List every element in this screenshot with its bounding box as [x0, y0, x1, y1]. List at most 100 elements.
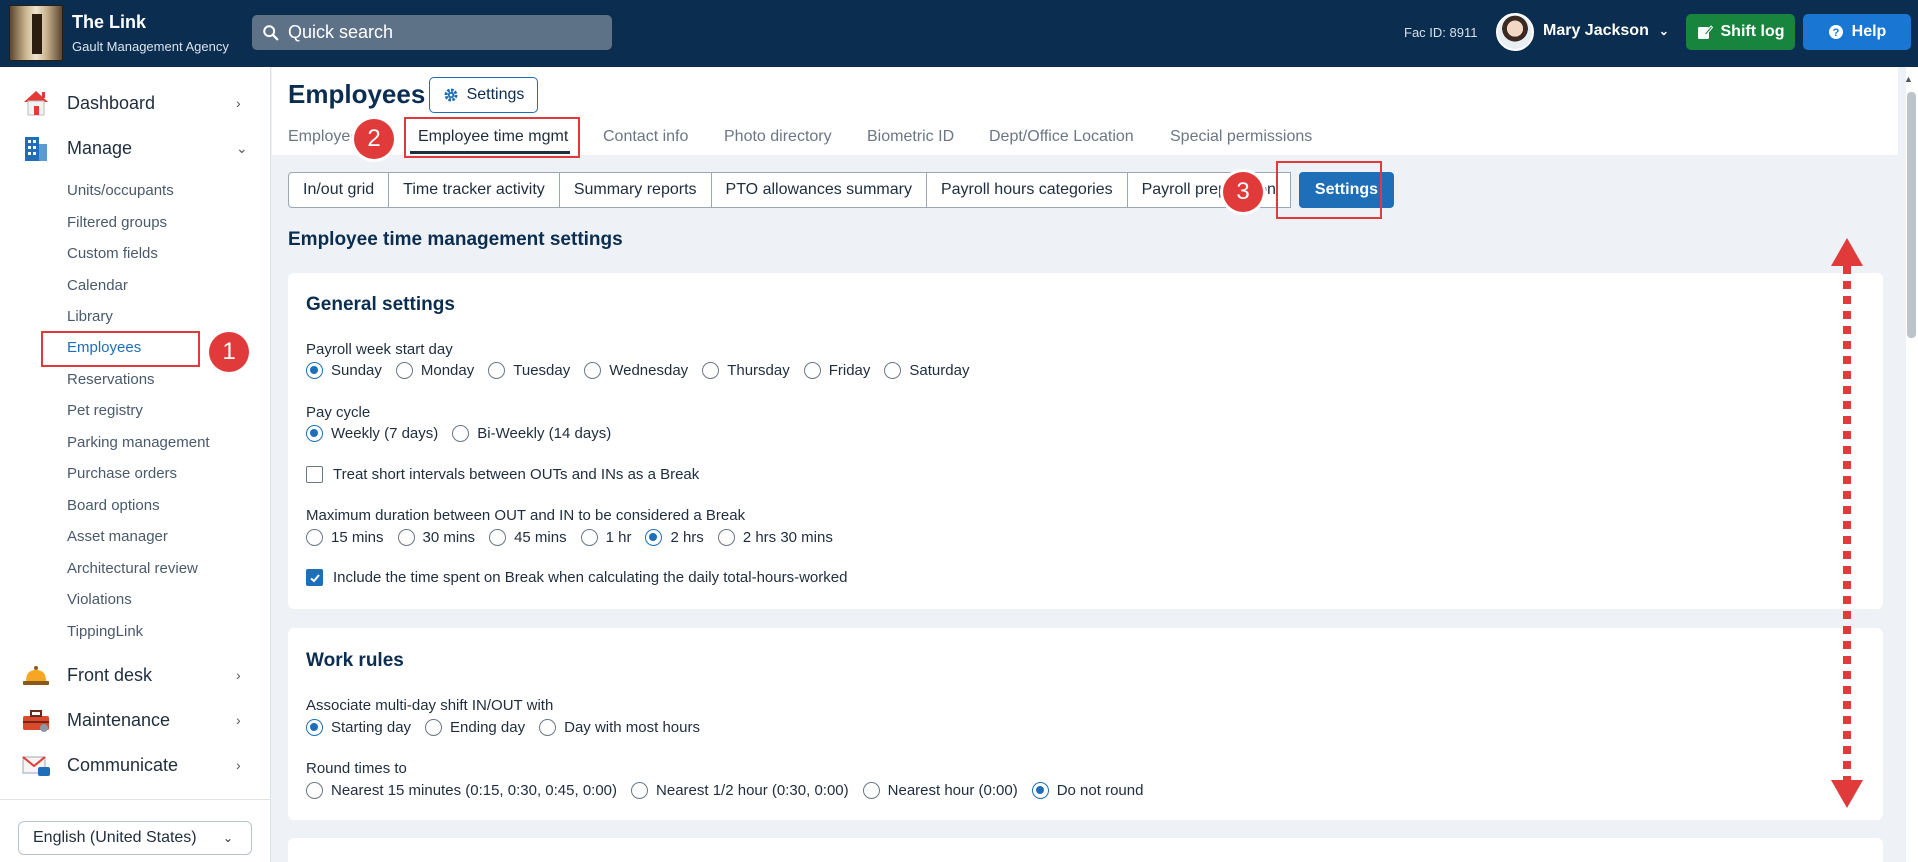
sidebar-item-calendar[interactable]: Calendar [67, 277, 128, 294]
radio-indicator[interactable] [862, 782, 880, 799]
sidebar-item-board-options[interactable]: Board options [67, 497, 160, 514]
nav-maintenance[interactable]: Maintenance › [0, 700, 271, 740]
radio-2-hrs-30-mins[interactable]: 2 hrs 30 mins [717, 529, 833, 546]
nav-manage[interactable]: Manage ⌄ [0, 128, 271, 168]
sidebar-item-architectural-review[interactable]: Architectural review [67, 560, 198, 577]
radio-indicator[interactable] [395, 362, 413, 379]
nav-communicate[interactable]: Communicate › [0, 745, 271, 785]
radio-indicator[interactable] [645, 529, 663, 546]
scroll-up-icon[interactable]: ▲ [1904, 74, 1913, 84]
quick-search[interactable] [252, 15, 612, 50]
radio-indicator[interactable] [539, 719, 557, 736]
option-label: 15 mins [331, 529, 384, 546]
sidebar-item-pet-registry[interactable]: Pet registry [67, 402, 143, 419]
brand-name: The Link [72, 12, 147, 32]
option-label: Thursday [727, 362, 790, 379]
radio-indicator[interactable] [702, 362, 720, 379]
sidebar-item-purchase-orders[interactable]: Purchase orders [67, 465, 177, 482]
radio-15-mins[interactable]: 15 mins [306, 529, 384, 546]
radio-indicator[interactable] [397, 529, 415, 546]
radio-starting-day[interactable]: Starting day [306, 719, 411, 736]
radio-indicator[interactable] [631, 782, 649, 799]
sidebar-item-filtered-groups[interactable]: Filtered groups [67, 214, 167, 231]
user-avatar[interactable] [1496, 13, 1534, 51]
radio-1-hr[interactable]: 1 hr [580, 529, 631, 546]
radio-monday[interactable]: Monday [395, 362, 474, 379]
radio-ending-day[interactable]: Ending day [425, 719, 525, 736]
option-label: Saturday [909, 362, 970, 379]
treat-short-intervals-row[interactable]: Treat short intervals between OUTs and I… [306, 466, 699, 483]
radio-2-hrs[interactable]: 2 hrs [645, 529, 704, 546]
chevron-down-icon: ⌄ [1658, 24, 1669, 38]
subtab-pto-allowances[interactable]: PTO allowances summary [710, 172, 927, 208]
radio-indicator[interactable] [306, 782, 323, 799]
nav-dashboard[interactable]: Dashboard › [0, 83, 271, 123]
subtab-time-tracker[interactable]: Time tracker activity [388, 172, 560, 208]
nav-front-desk[interactable]: Front desk › [0, 655, 271, 695]
general-settings-card: General settings Payroll week start day … [288, 273, 1883, 609]
radio-30-mins[interactable]: 30 mins [397, 529, 475, 546]
radio-indicator[interactable] [488, 362, 506, 379]
sidebar-item-asset-manager[interactable]: Asset manager [67, 528, 168, 545]
radio-tuesday[interactable]: Tuesday [488, 362, 570, 379]
tab-special-permissions[interactable]: Special permissions [1170, 128, 1312, 146]
radio-nearest-hour[interactable]: Nearest hour (0:00) [862, 782, 1018, 799]
tab-biometric-id[interactable]: Biometric ID [867, 128, 954, 146]
scroll-indicator-arrow [1831, 238, 1863, 808]
sidebar-item-tippinglink[interactable]: TippingLink [67, 623, 143, 640]
radio-indicator[interactable] [306, 362, 323, 379]
radio-indicator[interactable] [803, 362, 821, 379]
radio-indicator[interactable] [306, 529, 323, 546]
radio-thursday[interactable]: Thursday [702, 362, 790, 379]
shift-log-button[interactable]: Shift log [1686, 14, 1795, 50]
brand-logo[interactable] [9, 5, 63, 61]
help-label: Help [1851, 23, 1887, 40]
radio-indicator[interactable] [884, 362, 902, 379]
radio-indicator[interactable] [452, 425, 470, 442]
radio-indicator[interactable] [425, 719, 443, 736]
radio-indicator[interactable] [306, 425, 323, 442]
tab-dept-office-location[interactable]: Dept/Office Location [989, 128, 1134, 146]
subtab-summary-reports[interactable]: Summary reports [558, 172, 712, 208]
sidebar-item-custom-fields[interactable]: Custom fields [67, 245, 158, 262]
sidebar-item-reservations[interactable]: Reservations [67, 371, 155, 388]
option-label: Nearest 1/2 hour (0:30, 0:00) [656, 782, 849, 799]
sidebar-item-units[interactable]: Units/occupants [67, 182, 174, 199]
scrollbar-thumb[interactable] [1907, 92, 1916, 338]
language-select[interactable]: English (United States) ⌄ [18, 821, 252, 855]
radio-friday[interactable]: Friday [803, 362, 870, 379]
radio-sunday[interactable]: Sunday [306, 362, 382, 379]
radio-indicator[interactable] [489, 529, 507, 546]
search-input[interactable] [288, 22, 588, 43]
include-break-row[interactable]: Include the time spent on Break when cal… [306, 569, 847, 586]
include-break-checkbox[interactable] [306, 569, 323, 586]
pay-cycle-options: Weekly (7 days) Bi-Weekly (14 days) [306, 425, 625, 442]
tab-contact-info[interactable]: Contact info [603, 128, 688, 146]
radio-indicator[interactable] [1031, 782, 1049, 799]
tab-photo-directory[interactable]: Photo directory [724, 128, 832, 146]
radio-indicator[interactable] [717, 529, 735, 546]
radio-day-most-hours[interactable]: Day with most hours [539, 719, 700, 736]
radio-indicator[interactable] [580, 529, 598, 546]
subtab-payroll-hours[interactable]: Payroll hours categories [925, 172, 1128, 208]
treat-short-checkbox[interactable] [306, 466, 323, 483]
radio-nearest-15[interactable]: Nearest 15 minutes (0:15, 0:30, 0:45, 0:… [306, 782, 617, 799]
employees-settings-button[interactable]: Settings [429, 77, 538, 113]
radio-indicator[interactable] [584, 362, 602, 379]
work-rules-title: Work rules [306, 650, 404, 671]
radio-do-not-round[interactable]: Do not round [1031, 782, 1143, 799]
radio-wednesday[interactable]: Wednesday [584, 362, 688, 379]
radio-saturday[interactable]: Saturday [884, 362, 969, 379]
user-menu[interactable]: Mary Jackson ⌄ [1543, 22, 1669, 40]
radio-nearest-half-hour[interactable]: Nearest 1/2 hour (0:30, 0:00) [631, 782, 849, 799]
subtab-payroll-preparation[interactable]: Payroll preparation [1126, 172, 1291, 208]
radio-weekly[interactable]: Weekly (7 days) [306, 425, 438, 442]
sidebar-item-parking[interactable]: Parking management [67, 434, 210, 451]
subtab-in-out-grid[interactable]: In/out grid [288, 172, 390, 208]
radio-indicator[interactable] [306, 719, 323, 736]
sidebar-item-violations[interactable]: Violations [67, 591, 132, 608]
radio-bi-weekly[interactable]: Bi-Weekly (14 days) [452, 425, 611, 442]
help-button[interactable]: ? Help [1803, 14, 1911, 50]
radio-45-mins[interactable]: 45 mins [489, 529, 567, 546]
sidebar-item-library[interactable]: Library [67, 308, 113, 325]
